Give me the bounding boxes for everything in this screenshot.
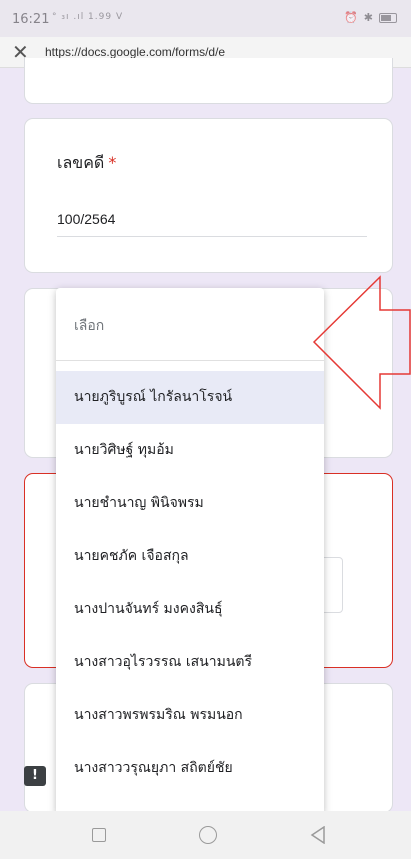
- dropdown-option[interactable]: นายวิศิษฐ์ ทุมอ้ม: [56, 424, 324, 477]
- dropdown-option[interactable]: นางสาวพรพรมริณ พรมนอก: [56, 689, 324, 742]
- dropdown-placeholder[interactable]: เลือก: [56, 288, 324, 361]
- case-number-input[interactable]: 100/2564: [57, 211, 115, 227]
- dropdown-option[interactable]: นายชำนาญ พินิจพรม: [56, 477, 324, 530]
- dropdown-option[interactable]: นางสาววรุณยุภา สถิตย์ชัย: [56, 742, 324, 795]
- status-bar: 16:21 ° ₃ı .ıl 1.99 Ⅴ ⏰ ✱: [0, 0, 411, 37]
- home-icon[interactable]: [199, 826, 217, 844]
- status-icons: ⏰ ✱: [344, 11, 397, 24]
- question-title: เลขคดี *: [57, 151, 116, 176]
- status-time: 16:21: [12, 12, 50, 27]
- question-label: เลขคดี: [57, 153, 105, 172]
- dropdown-option[interactable]: นางสาวอุไรวรรณ เสนามนตรี: [56, 636, 324, 689]
- dropdown-option[interactable]: นางปานจันทร์ มงคงสินธุ์: [56, 583, 324, 636]
- bluetooth-icon: ✱: [363, 11, 373, 24]
- recents-icon[interactable]: [92, 828, 106, 842]
- dropdown-option[interactable]: นายคชภัค เจือสกุล: [56, 530, 324, 583]
- annotation-arrow-icon: [312, 275, 411, 410]
- network-indicator: ° ₃ı .ıl 1.99 Ⅴ: [52, 12, 124, 22]
- battery-icon: [379, 12, 397, 23]
- required-mark: *: [108, 153, 117, 172]
- input-underline: [57, 236, 367, 237]
- dropdown-option[interactable]: นายภูริบูรณ์ ไกรัลนาโรจน์: [56, 371, 324, 424]
- url-text[interactable]: https://docs.google.com/forms/d/e: [45, 45, 225, 59]
- dropdown-menu: เลือก นายภูริบูรณ์ ไกรัลนาโรจน์ นายวิศิษ…: [56, 288, 324, 815]
- form-card-case-number: เลขคดี * 100/2564: [24, 118, 393, 273]
- form-card-previous: [24, 58, 393, 104]
- feedback-icon[interactable]: !: [24, 766, 46, 786]
- back-icon[interactable]: [310, 826, 326, 844]
- system-nav-bar: [0, 811, 411, 859]
- alarm-icon: ⏰: [344, 11, 358, 24]
